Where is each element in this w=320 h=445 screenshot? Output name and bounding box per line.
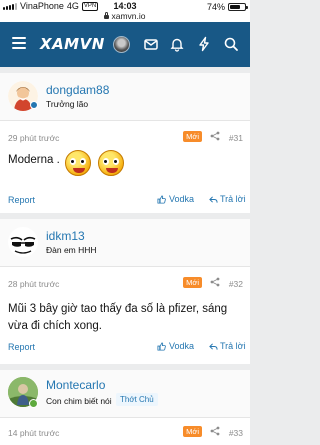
post-31: dongdam88 Trưởng lão 29 phút trước Mới #… <box>0 73 250 213</box>
bolt-icon[interactable] <box>196 36 212 52</box>
post-number[interactable]: #32 <box>229 279 243 289</box>
post-text: Mũi 3 bây giờ tao thấy đa số là pfizer, … <box>8 303 228 332</box>
new-badge: Mới <box>183 277 202 288</box>
report-link[interactable]: Report <box>8 342 35 352</box>
url-text: xamvn.io <box>111 11 146 21</box>
reply-icon <box>209 195 218 203</box>
post-33: Montecarlo Con chim biết nói Thớt Chủ 14… <box>0 370 250 445</box>
share-icon[interactable] <box>210 131 220 141</box>
reply-icon <box>209 342 218 350</box>
reply-button[interactable]: Trả lời <box>209 341 246 351</box>
post-header: Montecarlo Con chim biết nói Thớt Chủ <box>0 370 250 418</box>
emoji-smiley-icon <box>98 150 124 176</box>
online-status-icon <box>29 399 38 408</box>
post-header: dongdam88 Trưởng lão <box>0 73 250 121</box>
post-text: Moderna . <box>8 154 60 166</box>
username[interactable]: idkm13 <box>46 229 85 243</box>
battery-percent: 74% <box>206 2 225 12</box>
site-logo[interactable]: XAMVN <box>40 35 105 53</box>
like-button[interactable]: Vodka <box>157 194 194 204</box>
post-number[interactable]: #31 <box>229 133 243 143</box>
post-time[interactable]: 14 phút trước <box>8 428 59 438</box>
post-header: idkm13 Đàn em HHH <box>0 219 250 267</box>
like-label: Vodka <box>169 194 195 204</box>
share-icon[interactable] <box>210 277 220 287</box>
user-title: Trưởng lão <box>46 99 89 109</box>
thumbs-up-icon <box>157 194 166 204</box>
post-time[interactable]: 29 phút trước <box>8 133 59 143</box>
post-footer: Report Vodka Trả lời <box>0 191 250 211</box>
post-footer: Report Vodka Trả lời <box>0 338 250 358</box>
online-badge-icon <box>30 101 38 109</box>
mail-icon[interactable] <box>143 36 159 52</box>
user-title: Đàn em HHH <box>46 245 97 255</box>
post-number[interactable]: #33 <box>229 428 243 438</box>
url-bar[interactable]: xamvn.io <box>0 11 250 21</box>
bell-icon[interactable] <box>169 36 185 52</box>
thumbs-up-icon <box>157 341 166 351</box>
reply-button[interactable]: Trả lời <box>209 194 246 204</box>
post-meta: 14 phút trước Mới #33 <box>0 424 250 444</box>
status-bar: VinaPhone 4G VPN 14:03 xamvn.io 74% <box>0 0 250 22</box>
menu-icon[interactable] <box>12 37 26 49</box>
report-link[interactable]: Report <box>8 195 35 205</box>
avatar[interactable] <box>8 227 38 257</box>
top-nav: XAMVN <box>0 22 250 67</box>
thread-starter-badge: Thớt Chủ <box>116 393 158 406</box>
user-avatar[interactable] <box>113 36 130 53</box>
post-body: Moderna . <box>8 153 60 168</box>
search-icon[interactable] <box>223 36 239 52</box>
share-icon[interactable] <box>210 426 220 436</box>
new-badge: Mới <box>183 131 202 142</box>
reply-label: Trả lời <box>220 341 246 351</box>
lock-icon <box>104 12 110 19</box>
like-label: Vodka <box>169 341 195 351</box>
post-time[interactable]: 28 phút trước <box>8 279 59 289</box>
username[interactable]: dongdam88 <box>46 83 109 97</box>
battery-status: 74% <box>206 2 248 12</box>
new-badge: Mới <box>183 426 202 437</box>
emoji-smiley-icon <box>65 150 91 176</box>
username[interactable]: Montecarlo <box>46 378 105 392</box>
battery-icon <box>228 3 248 11</box>
like-button[interactable]: Vodka <box>157 341 194 351</box>
post-body: Mũi 3 bây giờ tao thấy đa số là pfizer, … <box>8 301 244 335</box>
post-meta: 29 phút trước Mới #31 <box>0 129 250 149</box>
post-meta: 28 phút trước Mới #32 <box>0 275 250 295</box>
post-32: idkm13 Đàn em HHH 28 phút trước Mới #32 … <box>0 219 250 364</box>
user-title: Con chim biết nói <box>46 396 112 406</box>
reply-label: Trả lời <box>220 194 246 204</box>
battery-fill <box>230 5 241 9</box>
